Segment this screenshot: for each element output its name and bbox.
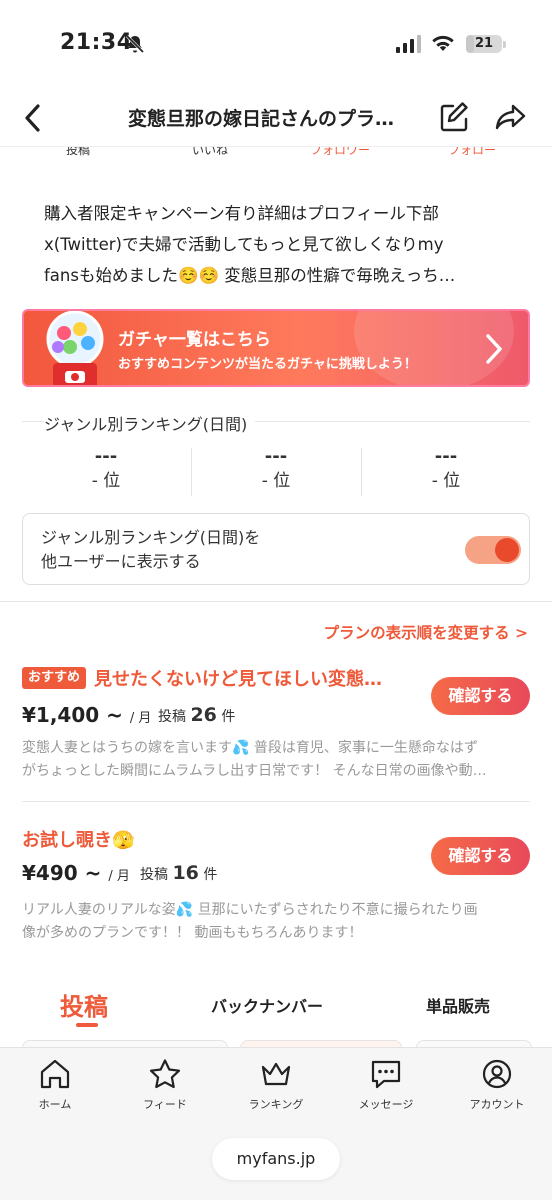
plan-price-period: / 月 [108, 869, 130, 884]
rank-value: --- [434, 446, 458, 467]
bell-off-icon [125, 34, 145, 54]
bottom-navigation: ホーム フィード ランキング メッセージ アカウント myfans.jp [0, 1047, 552, 1200]
rank-position: - 位 [431, 471, 461, 491]
toggle-knob [495, 538, 519, 562]
stat-following-label[interactable]: フォロー [448, 147, 496, 158]
plan-posts-label: 投稿 [140, 867, 168, 883]
plan-description-line: 変態人妻とはうちの嫁を言います💦 普段は育児、家事に一生懸命なはず [22, 740, 478, 756]
profile-bio[interactable]: 購入者限定キャンペーン有り詳細はプロフィール下部 x(Twitter)で夫婦で活… [44, 198, 514, 291]
star-icon [149, 1059, 181, 1089]
stat-posts-label: 投稿 [66, 146, 91, 157]
battery-percentage: 21 [474, 36, 494, 51]
ranking-cell: --- - 位 [362, 446, 530, 496]
ranking-visibility-toggle[interactable] [465, 536, 521, 564]
plan-posts-unit: 件 [203, 867, 218, 883]
ranking-visibility-label: ジャンル別ランキング(日間)を 他ユーザーに表示する [41, 526, 260, 574]
page-title: 変態旦那の嫁日記さんのプラ… [128, 108, 395, 130]
stat-followers-label[interactable]: フォロワー [310, 147, 370, 158]
plan-price-value: ¥490 ~ [22, 861, 102, 885]
status-bar: 21:34 21 [0, 0, 552, 90]
confirm-plan-button[interactable]: 確認する [431, 837, 530, 875]
signal-icon [396, 35, 421, 53]
bio-line: fansも始めました☺️☺️ 変態旦那の性癖で毎晩えっち… [44, 266, 456, 285]
bio-line: x(Twitter)で夫婦で活動してもっと見て欲しくなりmy [44, 235, 444, 254]
plan-post-count: 投稿 26 件 [158, 704, 235, 726]
gacha-machine-icon [46, 311, 104, 385]
rank-position: - 位 [91, 471, 121, 491]
tab-back-number[interactable]: バックナンバー [211, 993, 323, 1017]
ranking-heading: ジャンル別ランキング(日間) [44, 411, 256, 435]
plan-description: 変態人妻とはうちの嫁を言います💦 普段は育児、家事に一生懸命なはず がちょっとし… [22, 737, 530, 783]
plan-posts-count: 16 [172, 862, 199, 884]
gacha-title: ガチャ一覧はこちら [118, 330, 271, 350]
stat-likes-label: いいね [192, 146, 229, 157]
share-icon[interactable] [494, 100, 528, 134]
ranking-visibility-line: ジャンル別ランキング(日間)を [41, 528, 261, 547]
back-icon[interactable] [18, 100, 50, 136]
crown-icon [261, 1062, 291, 1086]
battery-indicator: 21 [466, 35, 502, 53]
edit-icon[interactable] [438, 100, 470, 134]
ranking-cell: --- - 位 [192, 446, 360, 496]
plan-price: ¥1,400 ~ / 月 [22, 703, 151, 727]
plan-posts-label: 投稿 [158, 709, 186, 725]
plan-posts-unit: 件 [221, 709, 236, 725]
wifi-icon [432, 35, 454, 51]
plan-description-line: 像が多めのプランです！！ 動画ももちろんあります！ [22, 925, 363, 941]
tab-single-sales[interactable]: 単品販売 [426, 993, 490, 1017]
nav-label: フィード [143, 1098, 187, 1111]
plan-price-period: / 月 [129, 711, 152, 726]
plan-post-count: 投稿 16 件 [140, 862, 217, 884]
active-tab-indicator [76, 1023, 98, 1027]
account-icon [482, 1059, 512, 1089]
plan-title[interactable]: お試し覗き🫣 [22, 826, 322, 852]
rank-position: - 位 [261, 471, 291, 491]
chevron-right-icon [486, 334, 502, 364]
plan-divider [22, 801, 530, 802]
bio-line: 購入者限定キャンペーン有り詳細はプロフィール下部 [44, 204, 439, 223]
nav-feed[interactable]: フィード [110, 1058, 220, 1112]
url-bar[interactable]: myfans.jp [212, 1138, 340, 1180]
nav-label: メッセージ [358, 1098, 414, 1111]
nav-header: 変態旦那の嫁日記さんのプラ… [0, 90, 552, 146]
recommended-badge: おすすめ [22, 667, 87, 689]
plan-description-line: がちょっとした瞬間にムラムラし出す日常です！ そんな日常の画像や動… [22, 763, 487, 779]
ranking-cell: --- - 位 [22, 446, 190, 496]
gacha-subtitle: おすすめコンテンツが当たるガチャに挑戦しよう！ [118, 357, 417, 372]
nav-label: ランキング [248, 1098, 304, 1111]
confirm-plan-button[interactable]: 確認する [431, 677, 530, 715]
ranking-visibility-setting: ジャンル別ランキング(日間)を 他ユーザーに表示する [22, 513, 530, 585]
status-time: 21:34 [60, 30, 133, 55]
plan-posts-count: 26 [190, 704, 217, 726]
plan-description: リアル人妻のリアルな姿💦 旦那にいたずらされたり不意に撮られたり画 像が多めのプ… [22, 899, 530, 945]
tab-posts[interactable]: 投稿 [60, 987, 108, 1022]
rank-value: --- [94, 446, 118, 467]
nav-messages[interactable]: メッセージ [331, 1058, 441, 1112]
gacha-banner[interactable]: ガチャ一覧はこちら おすすめコンテンツが当たるガチャに挑戦しよう！ [22, 309, 530, 387]
plan-title[interactable]: 見せたくないけど見てほしい変態… [94, 665, 414, 691]
nav-home[interactable]: ホーム [0, 1058, 110, 1112]
nav-label: ホーム [38, 1098, 72, 1111]
ranking-visibility-line: 他ユーザーに表示する [41, 552, 201, 571]
message-icon [371, 1060, 401, 1089]
profile-stats: 投稿 いいね フォロワー フォロー [0, 146, 552, 162]
change-plan-order-link[interactable]: プランの表示順を変更する > [324, 621, 528, 643]
nav-ranking[interactable]: ランキング [221, 1058, 331, 1112]
home-icon [40, 1059, 70, 1089]
section-divider [0, 601, 552, 602]
plan-price: ¥490 ~ / 月 [22, 861, 130, 885]
nav-label: アカウント [469, 1098, 525, 1111]
plan-description-line: リアル人妻のリアルな姿💦 旦那にいたずらされたり不意に撮られたり画 [22, 902, 478, 918]
battery-cap [503, 41, 506, 48]
plan-price-value: ¥1,400 ~ [22, 703, 123, 727]
rank-value: --- [264, 446, 288, 467]
nav-account[interactable]: アカウント [442, 1058, 552, 1112]
